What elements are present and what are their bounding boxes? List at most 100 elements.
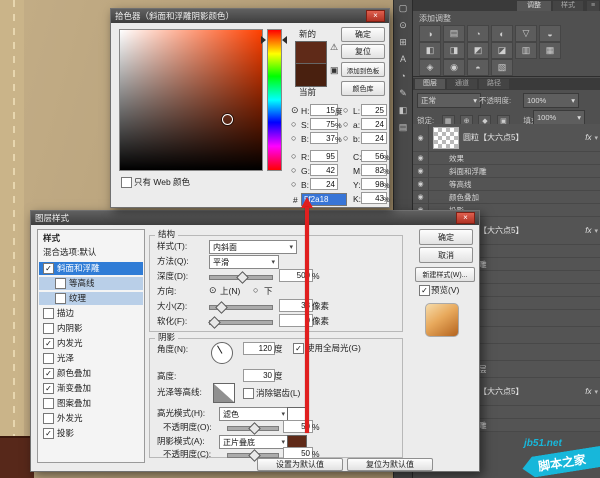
b-radio[interactable]: ○ (291, 133, 296, 143)
tool-shape-icon[interactable]: ▤ (394, 119, 412, 136)
style-checkbox[interactable] (43, 398, 54, 409)
style-checkbox[interactable]: ✓ (43, 383, 54, 394)
ok-button[interactable]: 确定 (341, 27, 385, 42)
style-list-item[interactable]: 外发光 (39, 412, 143, 425)
g-radio[interactable]: ○ (291, 165, 296, 175)
h-input[interactable]: 15 (310, 104, 338, 116)
current-color-swatch[interactable] (295, 63, 327, 87)
tool-type-icon[interactable]: A (394, 51, 412, 68)
style-list-item[interactable]: 内阴影 (39, 322, 143, 335)
highlight-mode-select[interactable]: 滤色 ▾ (219, 407, 289, 421)
eye-icon[interactable]: ◉ (413, 124, 429, 151)
eye-icon[interactable]: ◉ (413, 165, 429, 177)
hue-slider-left-arrow[interactable] (261, 36, 266, 44)
gamut-warning-icon[interactable]: ⚠ (330, 42, 338, 53)
style-list-item[interactable]: 等高线 (39, 277, 143, 290)
hue-slider-right-arrow[interactable] (282, 36, 287, 44)
group-name[interactable]: 中间层 (463, 364, 600, 375)
tool-gradient-icon[interactable]: ◧ (394, 102, 412, 119)
group-name[interactable]: 上盖 (463, 347, 600, 358)
effect-row[interactable]: ◉ 颜色叠加 (413, 191, 600, 204)
eye-icon[interactable]: ◉ (413, 178, 429, 190)
adjustment-icon[interactable]: ◔ (467, 25, 489, 42)
cancel-button[interactable]: 取消 (419, 247, 473, 263)
layer-name[interactable]: 横粒【大六点5】 (463, 225, 582, 236)
effect-row[interactable]: ◉ 等高线 (413, 178, 600, 191)
angle-dial[interactable] (211, 342, 233, 364)
color-field[interactable] (119, 29, 263, 171)
g-input[interactable]: 42 (310, 164, 338, 176)
reset-button[interactable]: 复位 (341, 44, 385, 59)
fill-select[interactable]: 100% ▾ (533, 110, 585, 125)
effect-row[interactable]: ◉ 斜面和浮雕 (413, 165, 600, 178)
new-style-button[interactable]: 新建样式(W)... (415, 267, 475, 282)
blend-mode-select[interactable]: 正常 ▾ (417, 93, 481, 108)
bevel-style-select[interactable]: 内斜面 ▾ (209, 240, 297, 254)
color-picker-titlebar[interactable]: 拾色器（斜面和浮雕阴影颜色） × (111, 9, 389, 23)
style-checkbox[interactable] (43, 308, 54, 319)
style-checkbox[interactable] (55, 278, 66, 289)
fx-badge[interactable]: fx (585, 226, 591, 235)
style-list-item[interactable]: ✓ 颜色叠加 (39, 367, 143, 380)
adjustment-icon[interactable]: ▤ (443, 25, 465, 42)
layer-name[interactable]: 圆粒【大六点5】 (463, 132, 582, 143)
direction-up-radio[interactable]: ⊙ (209, 285, 217, 295)
tab-paths[interactable]: 路径 (479, 79, 509, 89)
style-checkbox[interactable]: ✓ (43, 428, 54, 439)
adjustment-icon[interactable]: ▦ (539, 42, 561, 59)
adjustment-icon[interactable]: ◐ (491, 25, 513, 42)
tool-lasso-icon[interactable]: ⊙ (394, 17, 412, 34)
l-input[interactable]: 25 (361, 104, 387, 116)
anti-alias-checkbox[interactable] (243, 388, 254, 399)
close-icon[interactable]: × (366, 10, 385, 22)
adjustment-icon[interactable]: ◓ (467, 59, 489, 76)
highlight-color-swatch[interactable] (287, 407, 307, 421)
b2-input[interactable]: 24 (310, 178, 338, 190)
style-list-item[interactable]: ✓ 投影 (39, 427, 143, 440)
soften-slider[interactable] (209, 320, 273, 325)
adjustment-icon[interactable]: ◉ (443, 59, 465, 76)
a-radio[interactable]: ○ (343, 119, 348, 129)
depth-slider[interactable] (209, 275, 273, 280)
effect-name[interactable]: 等高线 (449, 179, 600, 190)
tool-dodge-icon[interactable]: ◔ (394, 68, 412, 85)
s-radio[interactable]: ○ (291, 119, 296, 129)
style-checkbox[interactable] (55, 293, 66, 304)
group-name[interactable]: 绳带 (463, 330, 600, 341)
tool-pen-icon[interactable]: ✎ (394, 85, 412, 102)
eye-icon[interactable]: ◉ (413, 191, 429, 203)
shadow-mode-select[interactable]: 正片叠底 ▾ (219, 435, 289, 449)
style-list-item[interactable]: ✓ 内发光 (39, 337, 143, 350)
gloss-contour-thumbnail[interactable] (213, 383, 235, 403)
style-list-item[interactable]: 描边 (39, 307, 143, 320)
b-input[interactable]: 37 (310, 132, 338, 144)
layer-thumbnail[interactable] (433, 127, 459, 149)
effect-row[interactable]: ◉ 效果 (413, 152, 600, 165)
adjustment-icon[interactable]: ◑ (419, 25, 441, 42)
adjustment-icon[interactable]: ◧ (419, 42, 441, 59)
effect-name[interactable]: 效果 (449, 153, 600, 164)
tab-channels[interactable]: 通道 (447, 79, 477, 89)
style-list-item[interactable]: ✓ 斜面和浮雕 (39, 262, 143, 275)
eye-icon[interactable]: ◉ (413, 152, 429, 164)
direction-down-radio[interactable]: ○ (253, 285, 258, 295)
hue-slider[interactable] (267, 29, 282, 171)
style-checkbox[interactable] (43, 413, 54, 424)
color-libraries-button[interactable]: 颜色库 (341, 81, 385, 96)
web-only-checkbox[interactable] (121, 177, 132, 188)
layer-name[interactable]: 底图【大六点5】 (463, 386, 582, 397)
adjustment-icon[interactable]: ◩ (467, 42, 489, 59)
bb-input[interactable]: 24 (361, 132, 387, 144)
layer-style-titlebar[interactable]: 图层样式 × (31, 211, 479, 225)
style-checkbox[interactable]: ✓ (43, 368, 54, 379)
bb-radio[interactable]: ○ (343, 133, 348, 143)
opacity-select[interactable]: 100% ▾ (523, 93, 579, 108)
fx-badge[interactable]: fx (585, 387, 591, 396)
collapse-fx-icon[interactable]: ▾ (594, 388, 598, 396)
adjustment-icon[interactable]: ◪ (491, 42, 513, 59)
altitude-input[interactable]: 30 (243, 369, 275, 382)
s-input[interactable]: 75 (310, 118, 338, 130)
style-checkbox[interactable] (43, 353, 54, 364)
tab-layers[interactable]: 图层 (415, 79, 445, 89)
adjustment-icon[interactable]: ▽ (515, 25, 537, 42)
